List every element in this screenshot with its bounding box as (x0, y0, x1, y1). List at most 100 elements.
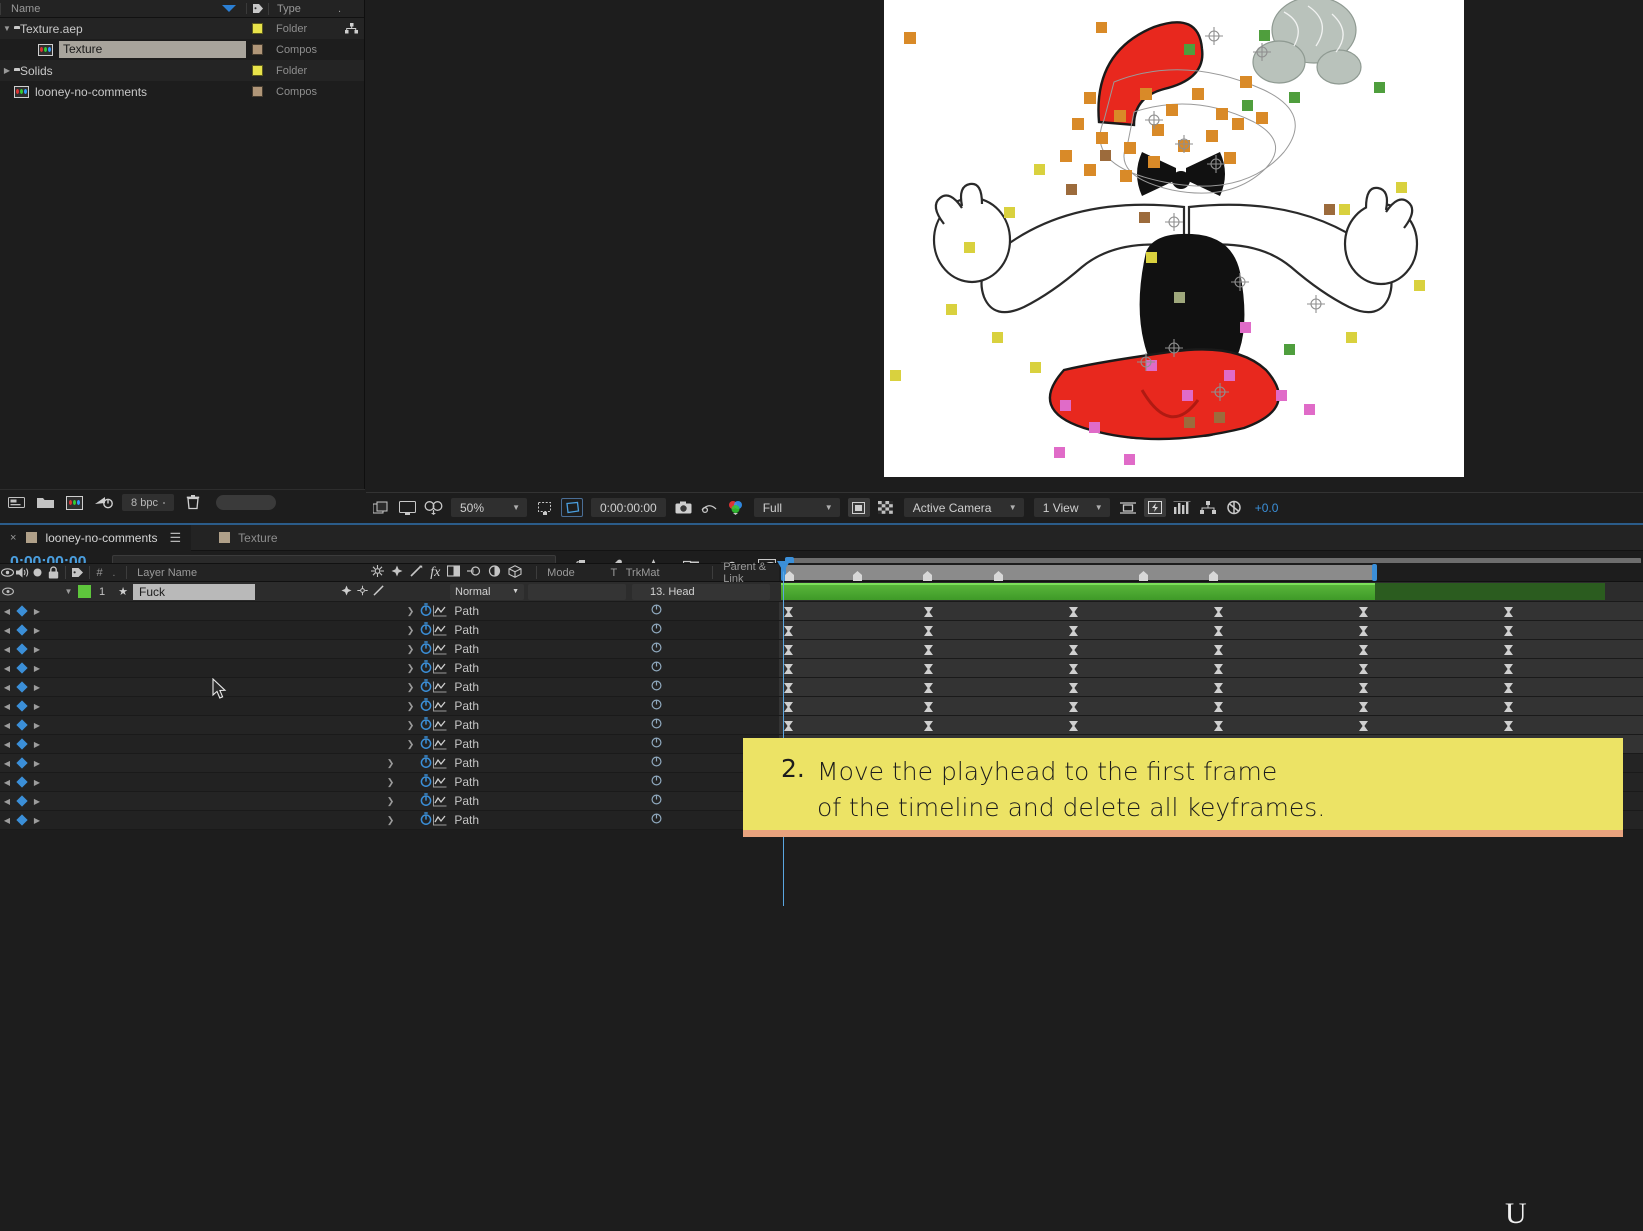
next-keyframe-arrow[interactable]: ▶ (30, 626, 44, 635)
quality-icon[interactable] (373, 584, 385, 599)
keyframe-marker[interactable] (924, 683, 933, 693)
layer-row-fuck[interactable]: ▼ 1 ★ Fuck Normal ▼ 13. Head (0, 582, 779, 602)
tab-texture[interactable]: Texture (209, 525, 287, 551)
view-layout-dropdown[interactable]: 1 View ▼ (1033, 498, 1110, 517)
label-swatch[interactable] (246, 44, 268, 55)
composition-viewer-toolbar[interactable]: 50% ▼ 0:00:00:00 Full ▼ Active Camera ▼ … (366, 492, 1643, 522)
layer-label-color[interactable] (78, 585, 91, 598)
keyframe-marker[interactable] (1359, 702, 1368, 712)
previous-keyframe-arrow[interactable]: ◀ (0, 626, 14, 635)
keyframe-marker[interactable] (1214, 645, 1223, 655)
keyframe-marker[interactable] (1069, 645, 1078, 655)
previous-keyframe-arrow[interactable]: ◀ (0, 816, 14, 825)
stopwatch-icon[interactable] (420, 698, 432, 714)
resolution-dropdown[interactable]: Full ▼ (753, 498, 840, 517)
previous-keyframe-arrow[interactable]: ◀ (0, 778, 14, 787)
graph-editor-property-icon[interactable] (432, 681, 448, 693)
property-link-icon[interactable] (650, 774, 663, 790)
panel-menu-icon[interactable]: ☰ (170, 530, 182, 546)
stopwatch-icon[interactable] (420, 679, 432, 695)
keyframe-marker[interactable] (1214, 607, 1223, 617)
graph-editor-property-icon[interactable] (432, 738, 448, 750)
frame-blending-icon[interactable] (447, 565, 461, 580)
graph-editor-property-icon[interactable] (432, 643, 448, 655)
next-keyframe-arrow[interactable]: ▶ (30, 721, 44, 730)
property-link-icon[interactable] (650, 812, 663, 828)
layer-name[interactable]: Fuck (133, 583, 255, 600)
stopwatch-icon[interactable] (420, 603, 432, 619)
timeline-tabs[interactable]: × looney-no-comments ☰ Texture (0, 524, 1643, 551)
property-link-icon[interactable] (650, 755, 663, 771)
keyframe-track-row[interactable] (779, 697, 1643, 716)
keyframe-marker[interactable] (1069, 683, 1078, 693)
bit-depth-button[interactable]: 8 bpc (122, 494, 174, 511)
time-navigator-bar[interactable] (783, 565, 1377, 580)
collapse-transformations-icon[interactable] (341, 584, 352, 599)
layer-duration-bar-row[interactable] (779, 582, 1643, 602)
graph-editor-property-icon[interactable] (432, 662, 448, 674)
property-row[interactable]: ◀ ▶ ❯ Path (0, 678, 779, 697)
magnification-dropdown[interactable]: 50% ▼ (451, 498, 527, 517)
graph-editor-property-icon[interactable] (432, 605, 448, 617)
exposure-value[interactable]: +0.0 (1255, 501, 1279, 515)
layer-blend-mode-dropdown[interactable]: Normal ▼ (450, 583, 524, 600)
previous-keyframe-arrow[interactable]: ◀ (0, 759, 14, 768)
previous-keyframe-arrow[interactable]: ◀ (0, 607, 14, 616)
collapse-transformations-icon[interactable] (391, 565, 403, 580)
keyframe-marker[interactable] (1504, 683, 1513, 693)
property-twirl-icon[interactable]: ❯ (387, 777, 395, 788)
timeline-column-headers[interactable]: # . Layer Name fx Mode T TrkMat Parent &… (0, 561, 779, 585)
layer-bar-tail[interactable] (1375, 583, 1605, 600)
previous-keyframe-arrow[interactable]: ◀ (0, 797, 14, 806)
keyframe-toggle-diamond[interactable] (14, 681, 30, 693)
stopwatch-icon[interactable] (420, 736, 432, 752)
next-keyframe-arrow[interactable]: ▶ (30, 645, 44, 654)
layer-visibility-toggle[interactable] (0, 587, 16, 596)
3d-layer-icon[interactable] (508, 564, 522, 581)
keyframe-marker[interactable] (784, 645, 793, 655)
keyframe-marker[interactable] (784, 664, 793, 674)
next-keyframe-arrow[interactable]: ▶ (30, 759, 44, 768)
snapshot-icon[interactable] (671, 497, 697, 519)
keyframe-marker[interactable] (1504, 721, 1513, 731)
keyframe-marker[interactable] (1359, 607, 1368, 617)
graph-editor-property-icon[interactable] (432, 814, 448, 826)
keyframe-marker[interactable] (1069, 626, 1078, 636)
keyframe-marker[interactable] (1504, 664, 1513, 674)
keyframe-toggle-diamond[interactable] (14, 814, 30, 826)
keyframe-marker[interactable] (1214, 702, 1223, 712)
shy-icon[interactable] (357, 585, 368, 599)
show-snapshot-icon[interactable] (697, 497, 723, 519)
fast-previews-icon[interactable] (1143, 498, 1166, 517)
keyframe-marker[interactable] (784, 626, 793, 636)
new-composition-icon[interactable] (64, 494, 84, 512)
property-link-icon[interactable] (650, 660, 663, 676)
property-row[interactable]: ◀ ▶ ❯ Path (0, 716, 779, 735)
adjustment-layer-icon[interactable] (488, 565, 501, 580)
keyframe-toggle-diamond[interactable] (14, 738, 30, 750)
keyframe-marker[interactable] (784, 683, 793, 693)
column-header-type[interactable]: Type (268, 2, 338, 15)
layer-switches[interactable] (341, 584, 385, 599)
property-link-icon[interactable] (650, 679, 663, 695)
graph-editor-property-icon[interactable] (432, 719, 448, 731)
keyframe-track-row[interactable] (779, 602, 1643, 621)
timeline-layer-rows[interactable]: ▼ 1 ★ Fuck Normal ▼ 13. Head ◀ ▶ ❯ Path … (0, 582, 779, 906)
twirl-down-icon[interactable]: ▼ (0, 24, 14, 33)
keyframe-toggle-diamond[interactable] (14, 719, 30, 731)
keyframe-marker[interactable] (1359, 645, 1368, 655)
property-link-icon[interactable] (650, 736, 663, 752)
pixel-aspect-correction-icon[interactable] (1115, 497, 1141, 519)
property-row[interactable]: ◀ ▶ ❯ Path (0, 773, 779, 792)
property-link-icon[interactable] (650, 641, 663, 657)
property-twirl-icon[interactable]: ❯ (407, 720, 415, 731)
keyframe-marker[interactable] (1504, 645, 1513, 655)
project-item-list[interactable]: ▼ Texture.aep Folder Texture Compos ▶ So… (0, 18, 364, 102)
keyframe-marker[interactable] (784, 721, 793, 731)
keyframe-marker[interactable] (924, 626, 933, 636)
toggle-alpha-icon[interactable] (873, 497, 899, 519)
timeline-graph-icon[interactable] (1169, 497, 1195, 519)
comp-flowchart-icon[interactable] (1195, 497, 1221, 519)
keyframe-marker[interactable] (1214, 664, 1223, 674)
solo-icon[interactable] (30, 567, 45, 578)
